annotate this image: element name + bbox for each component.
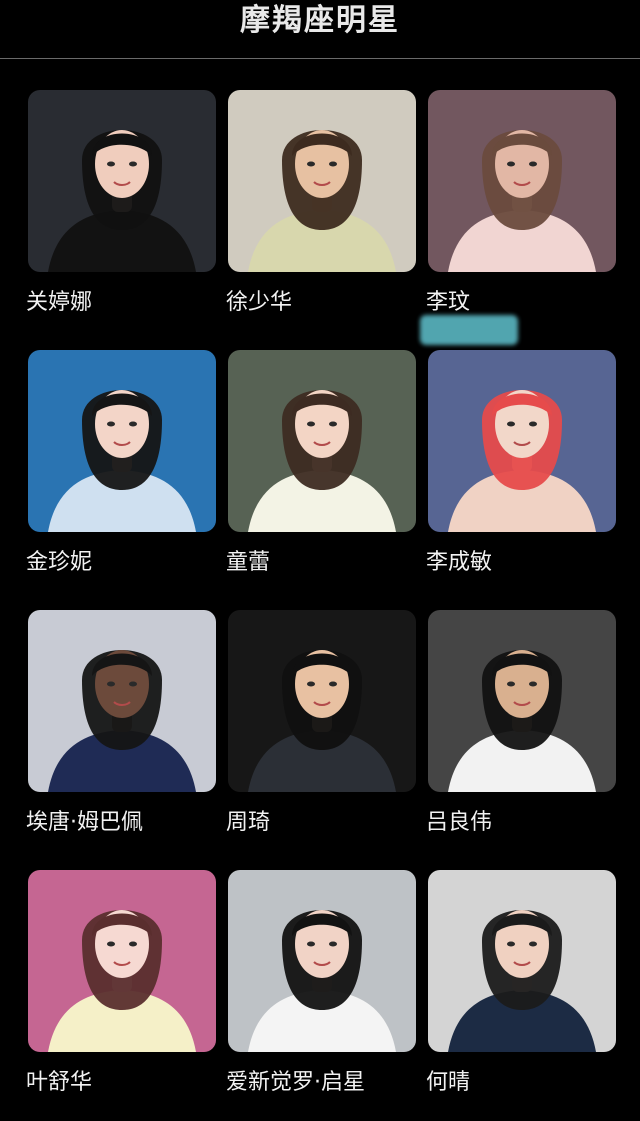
portrait-image bbox=[28, 350, 216, 532]
celebrity-name: 何晴 bbox=[426, 1070, 471, 1095]
portrait-image bbox=[228, 610, 416, 792]
celebrity-card[interactable]: 关婷娜 bbox=[26, 60, 218, 316]
celebrity-photo[interactable] bbox=[428, 870, 616, 1052]
celebrity-card[interactable]: 李成敏 bbox=[426, 320, 618, 576]
portrait-image bbox=[28, 610, 216, 792]
celebrity-photo[interactable] bbox=[228, 610, 416, 792]
celebrity-card[interactable]: 叶舒华 bbox=[26, 840, 218, 1096]
celebrity-card[interactable]: 周琦 bbox=[226, 580, 418, 836]
celebrity-grid: 关婷娜 徐少华 李玟金珍妮 童蕾 李成敏埃唐·姆巴佩 周琦 吕良伟叶舒华 爱新觉罗·启星 何晴 bbox=[0, 60, 640, 1121]
celebrity-photo[interactable] bbox=[228, 90, 416, 272]
celebrity-photo[interactable] bbox=[228, 350, 416, 532]
celebrity-name: 徐少华 bbox=[226, 290, 293, 315]
celebrity-photo[interactable] bbox=[28, 90, 216, 272]
celebrity-name: 金珍妮 bbox=[26, 550, 93, 575]
celebrity-name: 吕良伟 bbox=[426, 810, 493, 835]
celebrity-card[interactable]: 徐少华 bbox=[226, 60, 418, 316]
celebrity-photo[interactable] bbox=[28, 870, 216, 1052]
header-divider bbox=[0, 58, 640, 59]
celebrity-card[interactable]: 何晴 bbox=[426, 840, 618, 1096]
blurred-mark bbox=[420, 315, 518, 345]
portrait-image bbox=[228, 870, 416, 1052]
celebrity-name: 关婷娜 bbox=[26, 290, 93, 315]
celebrity-card[interactable]: 李玟 bbox=[426, 60, 618, 316]
celebrity-name: 李玟 bbox=[426, 290, 471, 315]
celebrity-photo[interactable] bbox=[428, 90, 616, 272]
celebrity-card[interactable]: 童蕾 bbox=[226, 320, 418, 576]
portrait-image bbox=[228, 90, 416, 272]
portrait-image bbox=[228, 350, 416, 532]
celebrity-name: 爱新觉罗·启星 bbox=[226, 1070, 365, 1095]
celebrity-name: 叶舒华 bbox=[26, 1070, 93, 1095]
celebrity-name: 李成敏 bbox=[426, 550, 493, 575]
portrait-image bbox=[28, 90, 216, 272]
celebrity-photo[interactable] bbox=[228, 870, 416, 1052]
celebrity-card[interactable]: 吕良伟 bbox=[426, 580, 618, 836]
portrait-image bbox=[428, 90, 616, 272]
portrait-image bbox=[428, 350, 616, 532]
page-title: 摩羯座明星 bbox=[0, 0, 640, 58]
celebrity-photo[interactable] bbox=[28, 610, 216, 792]
portrait-image bbox=[428, 870, 616, 1052]
celebrity-name: 周琦 bbox=[226, 810, 271, 835]
portrait-image bbox=[28, 870, 216, 1052]
celebrity-photo[interactable] bbox=[428, 350, 616, 532]
celebrity-name: 童蕾 bbox=[226, 550, 271, 575]
celebrity-photo[interactable] bbox=[428, 610, 616, 792]
celebrity-photo[interactable] bbox=[28, 350, 216, 532]
page-title-text: 摩羯座明星 bbox=[240, 3, 400, 38]
celebrity-card[interactable]: 埃唐·姆巴佩 bbox=[26, 580, 218, 836]
celebrity-card[interactable]: 金珍妮 bbox=[26, 320, 218, 576]
celebrity-card[interactable]: 爱新觉罗·启星 bbox=[226, 840, 418, 1096]
celebrity-name: 埃唐·姆巴佩 bbox=[26, 810, 143, 835]
portrait-image bbox=[428, 610, 616, 792]
